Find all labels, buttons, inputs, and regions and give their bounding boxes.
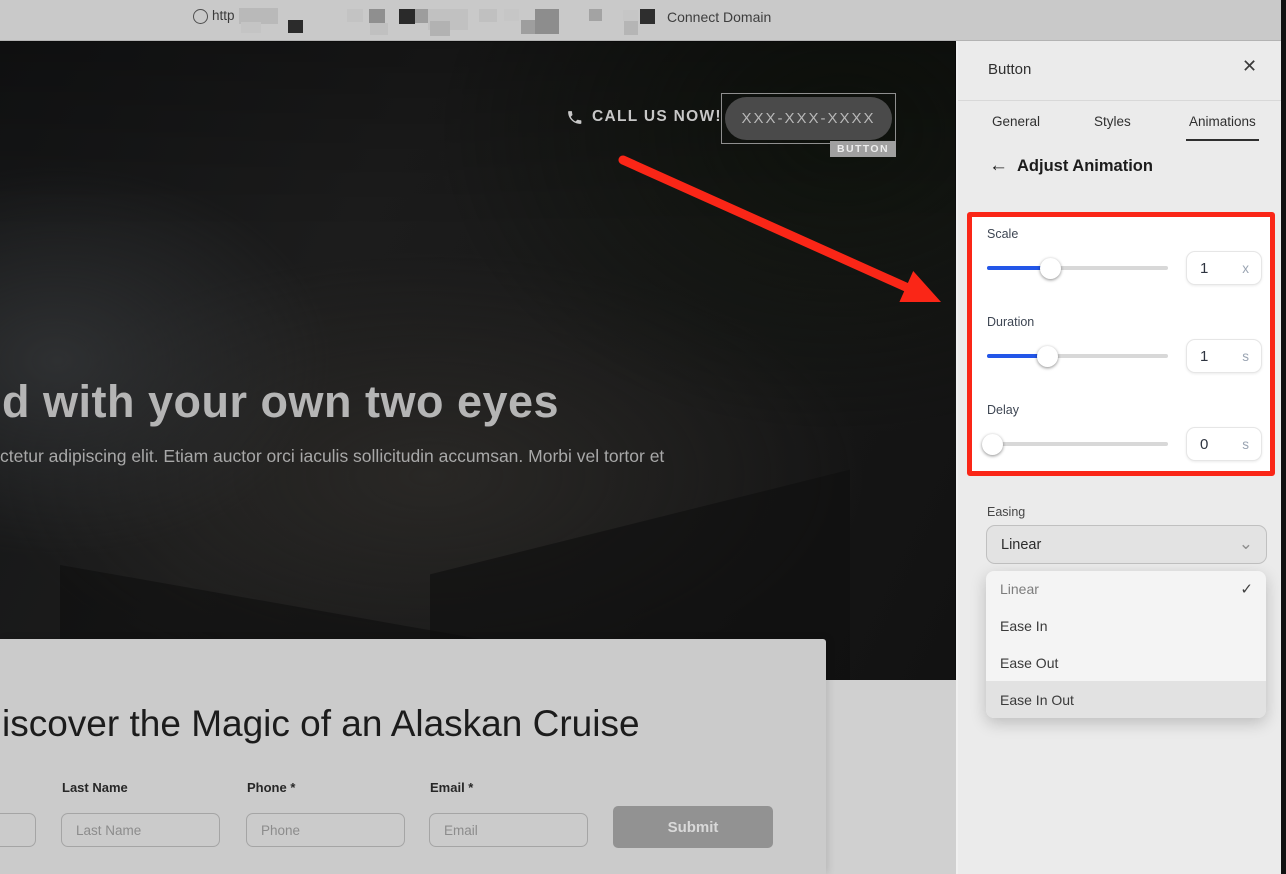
form-heading[interactable]: iscover the Magic of an Alaskan Cruise <box>2 703 640 745</box>
scale-label: Scale <box>987 227 1019 241</box>
tab-animations[interactable]: Animations <box>1186 101 1259 141</box>
duration-slider[interactable] <box>987 345 1168 367</box>
hero-section: CALL US NOW! XXX-XXX-XXXX BUTTON d with … <box>0 41 956 680</box>
tab-general[interactable]: General <box>992 101 1040 141</box>
hero-heading[interactable]: d with your own two eyes <box>2 376 559 428</box>
button-selection-frame: XXX-XXX-XXXX <box>721 93 896 144</box>
phone-icon <box>568 110 582 124</box>
url-protocol-icon <box>193 9 208 24</box>
redacted-block <box>623 10 638 21</box>
site-canvas: CALL US NOW! XXX-XXX-XXXX BUTTON d with … <box>0 41 956 874</box>
hero-paragraph[interactable]: ctetur adipiscing elit. Etiam auctor orc… <box>0 446 664 467</box>
settings-panel: Button ✕ General Styles Animations ← Adj… <box>958 41 1281 874</box>
url-prefix: http <box>212 8 235 23</box>
easing-option-linear[interactable]: Linear ✓ <box>986 571 1266 608</box>
easing-option-ease-in[interactable]: Ease In <box>986 608 1266 645</box>
redacted-block <box>479 9 497 22</box>
redacted-block <box>535 9 559 34</box>
duration-unit: s <box>1242 348 1249 364</box>
browser-topbar: http Connect Domain <box>0 0 1281 41</box>
selection-tag-badge: BUTTON <box>830 141 896 157</box>
panel-tabs: General Styles Animations <box>958 101 1281 142</box>
slider-thumb[interactable] <box>1036 345 1058 367</box>
duration-control: Duration 1 s <box>987 315 1262 373</box>
phone-number-button[interactable]: XXX-XXX-XXXX <box>725 97 892 140</box>
scale-value-box[interactable]: 1 x <box>1186 251 1262 285</box>
last-name-label: Last Name <box>62 780 128 795</box>
slider-rail <box>987 441 1168 446</box>
email-input[interactable] <box>429 813 588 847</box>
easing-option-ease-out[interactable]: Ease Out <box>986 645 1266 682</box>
call-us-block[interactable]: CALL US NOW! <box>566 108 722 126</box>
tab-styles[interactable]: Styles <box>1094 101 1131 141</box>
redacted-block <box>288 20 303 33</box>
redacted-block <box>241 22 261 33</box>
panel-subtitle: Adjust Animation <box>1017 157 1153 175</box>
phone-label: Phone * <box>247 780 296 795</box>
slider-thumb[interactable] <box>982 433 1004 455</box>
redacted-block <box>399 9 415 24</box>
duration-value: 1 <box>1200 347 1209 365</box>
redacted-block <box>624 21 638 35</box>
redacted-block <box>589 9 602 21</box>
scale-unit: x <box>1242 260 1249 276</box>
back-arrow-icon[interactable]: ← <box>989 155 1008 177</box>
panel-title: Button <box>988 61 1032 78</box>
scale-value: 1 <box>1200 259 1209 277</box>
delay-slider[interactable] <box>982 433 1168 455</box>
panel-header: Button ✕ <box>958 41 1281 101</box>
submit-button[interactable]: Submit <box>613 806 773 848</box>
email-label: Email * <box>430 780 474 795</box>
scale-control: Scale 1 x <box>987 227 1262 285</box>
easing-select[interactable]: Linear ⌄ <box>986 525 1267 564</box>
first-name-input-partial[interactable] <box>0 813 36 847</box>
easing-label: Easing <box>987 505 1026 519</box>
last-name-input[interactable] <box>61 813 220 847</box>
delay-value-box[interactable]: 0 s <box>1186 427 1262 461</box>
redacted-block <box>430 21 450 36</box>
connect-domain-button[interactable]: Connect Domain <box>667 9 771 25</box>
chevron-down-icon: ⌄ <box>1238 534 1253 553</box>
redacted-block <box>640 9 655 24</box>
delay-control: Delay 0 s <box>982 403 1262 461</box>
contact-form-card: iscover the Magic of an Alaskan Cruise L… <box>0 639 826 874</box>
adjust-animation-header: ← Adjust Animation <box>958 153 1281 183</box>
redacted-block <box>504 9 519 21</box>
redacted-block <box>347 9 363 22</box>
scale-slider[interactable] <box>987 257 1168 279</box>
duration-label: Duration <box>987 315 1035 329</box>
close-icon[interactable]: ✕ <box>1242 57 1257 75</box>
redacted-block <box>370 23 388 35</box>
highlight-red-box: Scale 1 x Duration 1 s Delay 0 s <box>967 212 1275 476</box>
duration-value-box[interactable]: 1 s <box>1186 339 1262 373</box>
screen-edge-strip <box>1281 0 1286 874</box>
easing-selected-value: Linear <box>1001 536 1042 553</box>
easing-dropdown-menu: Linear ✓ Ease In Ease Out Ease In Out <box>986 571 1266 718</box>
checkmark-icon: ✓ <box>1240 581 1253 599</box>
delay-label: Delay <box>987 403 1019 417</box>
delay-unit: s <box>1242 436 1249 452</box>
redacted-block <box>369 9 385 23</box>
delay-value: 0 <box>1200 435 1209 453</box>
slider-thumb[interactable] <box>1040 257 1062 279</box>
easing-option-ease-in-out[interactable]: Ease In Out <box>986 681 1266 718</box>
call-us-label: CALL US NOW! <box>592 108 722 125</box>
phone-input[interactable] <box>246 813 405 847</box>
